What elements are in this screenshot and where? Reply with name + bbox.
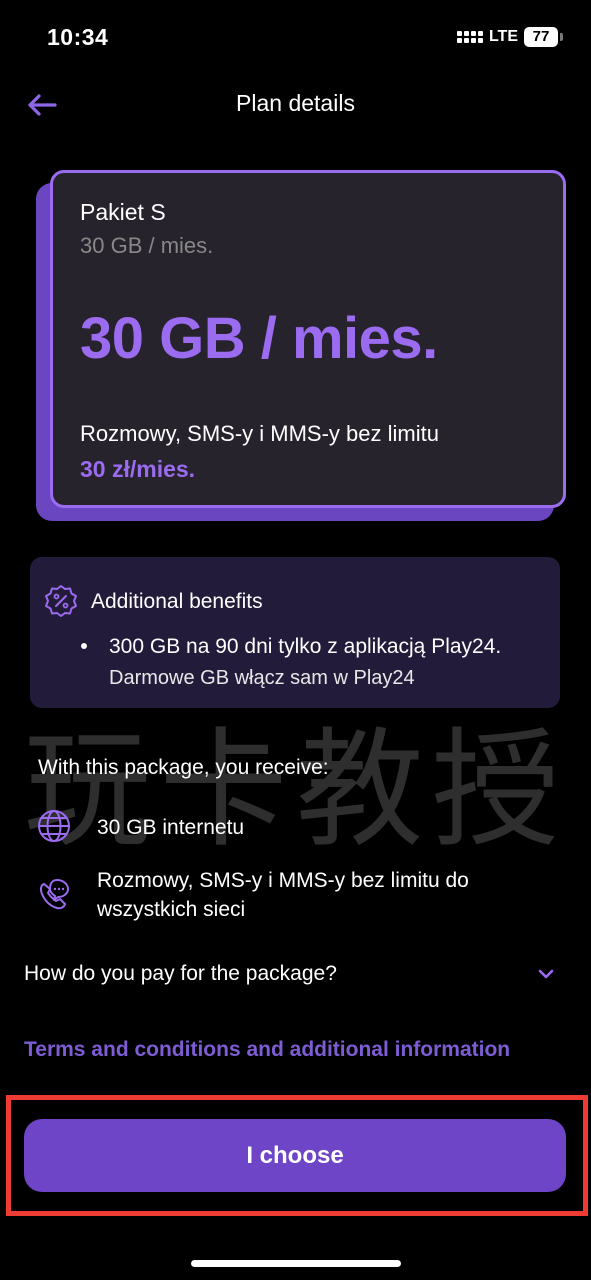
terms-link[interactable]: Terms and conditions and additional info… [24,1038,510,1062]
status-time: 10:34 [47,24,109,50]
feature-item-internet: 30 GB internetu [97,813,244,842]
feature-text-line: wszystkich sieci [97,898,246,921]
battery-icon: 77 [524,27,558,47]
payment-accordion-label: How do you pay for the package? [24,962,337,985]
signal-icon [456,31,483,43]
home-indicator [191,1260,401,1267]
benefits-title: Additional benefits [91,590,263,613]
payment-accordion[interactable]: How do you pay for the package? [24,954,566,998]
additional-benefits-panel: Additional benefits 300 GB na 90 dni tyl… [30,557,560,708]
percent-badge-icon [45,585,77,617]
benefit-item-line2: Darmowe GB włącz sam w Play24 [109,667,415,689]
benefit-item-line1: 300 GB na 90 dni tylko z aplikacją Play2… [109,635,502,658]
plan-price: 30 zł/mies. [80,456,196,482]
plan-name: Pakiet S [80,199,166,225]
page-title: Plan details [236,90,355,116]
chevron-down-icon [538,969,554,979]
feature-item-calls: Rozmowy, SMS-y i MMS-y bez limitu do wsz… [97,866,469,924]
choose-button[interactable]: I choose [24,1119,566,1192]
phone-chat-icon [39,879,69,910]
status-indicators: LTE 77 [456,27,563,47]
plan-data-allowance: 30 GB / mies. [80,306,438,371]
plan-subtitle: 30 GB / mies. [80,233,214,258]
receive-section-title: With this package, you receive: [38,756,329,779]
plan-card: Pakiet S 30 GB / mies. 30 GB / mies. Roz… [50,170,566,508]
network-type: LTE [488,28,518,45]
battery-level: 77 [532,28,550,45]
globe-icon [38,810,70,842]
feature-text-line: 30 GB internetu [97,816,245,839]
bullet-icon [81,643,87,649]
status-bar: 10:34 LTE 77 [0,0,591,72]
plan-description: Rozmowy, SMS-y i MMS-y bez limitu [80,421,439,446]
battery-tip [560,33,563,41]
feature-text-line: Rozmowy, SMS-y i MMS-y bez limitu do [97,869,469,892]
